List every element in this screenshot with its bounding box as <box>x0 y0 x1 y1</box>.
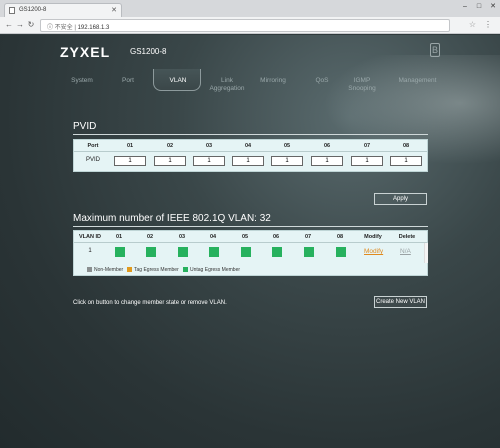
url-text: 192.168.1.3 <box>77 25 110 31</box>
modify-header: Modify <box>364 234 382 240</box>
vlan-port-header-03: 03 <box>178 234 186 240</box>
b-icon[interactable]: B <box>430 43 440 57</box>
forward-icon[interactable]: → <box>15 20 25 30</box>
star-icon[interactable]: ☆ <box>469 20 476 29</box>
port-header-02: 02 <box>166 143 174 149</box>
pvid-input-04[interactable]: 1 <box>232 156 264 166</box>
nav-link-aggregation[interactable]: Link Aggregation <box>202 77 252 93</box>
security-label: 不安全 <box>54 25 73 31</box>
pvid-row-label: PVID <box>85 157 100 163</box>
member-toggle-08[interactable] <box>336 247 346 257</box>
port-header-04: 04 <box>244 143 252 149</box>
info-icon: ⓘ <box>47 25 55 31</box>
member-toggle-06[interactable] <box>272 247 282 257</box>
member-toggle-04[interactable] <box>209 247 219 257</box>
model-name: GS1200-8 <box>130 47 167 56</box>
delete-link[interactable]: N/A <box>400 248 411 255</box>
close-window-icon[interactable]: ✕ <box>486 0 500 14</box>
pvid-input-07[interactable]: 1 <box>351 156 383 166</box>
vlan-port-header-06: 06 <box>272 234 280 240</box>
port-header-08: 08 <box>402 143 410 149</box>
nav-system[interactable]: System <box>70 77 94 85</box>
nav-vlan[interactable]: VLAN <box>166 77 190 85</box>
nav-mirroring[interactable]: Mirroring <box>258 77 288 85</box>
legend-non-member: Non-Member <box>94 267 124 273</box>
divider <box>73 226 428 227</box>
non-member-swatch <box>87 267 92 272</box>
member-toggle-03[interactable] <box>178 247 188 257</box>
pvid-input-01[interactable]: 1 <box>114 156 146 166</box>
nav-port[interactable]: Port <box>116 77 140 85</box>
vlan-title: Maximum number of IEEE 802.1Q VLAN: 32 <box>73 213 271 224</box>
browser-tab-title: GS1200-8 <box>19 7 47 13</box>
back-icon[interactable]: ← <box>4 20 14 30</box>
scrollbar[interactable] <box>424 243 428 263</box>
modify-link[interactable]: Modify <box>364 248 383 255</box>
browser-tab[interactable]: GS1200-8 ✕ <box>4 3 122 17</box>
untag-egress-swatch <box>183 267 188 272</box>
zyxel-logo: ZYXEL <box>60 44 111 60</box>
divider <box>73 134 428 135</box>
pvid-input-08[interactable]: 1 <box>390 156 422 166</box>
apply-button[interactable]: Apply <box>374 193 427 205</box>
window-controls: – □ ✕ <box>458 0 500 15</box>
reload-icon[interactable]: ↻ <box>26 20 36 30</box>
pvid-input-05[interactable]: 1 <box>271 156 303 166</box>
port-header-01: 01 <box>126 143 134 149</box>
vlan-port-header-08: 08 <box>336 234 344 240</box>
browser-tab-bar: GS1200-8 ✕ – □ ✕ <box>0 0 500 17</box>
vlan-port-header-07: 07 <box>304 234 312 240</box>
port-header-06: 06 <box>323 143 331 149</box>
vlan-port-header-01: 01 <box>115 234 123 240</box>
address-bar[interactable]: ⓘ 不安全 | 192.168.1.3 <box>40 19 450 32</box>
pvid-table: Port 01 02 03 04 05 06 07 08 PVID 1 1 1 … <box>73 139 428 172</box>
hint-text: Click on button to change member state o… <box>73 300 227 306</box>
port-header-05: 05 <box>283 143 291 149</box>
vlan-id-cell: 1 <box>88 248 92 254</box>
member-toggle-05[interactable] <box>241 247 251 257</box>
nav-qos[interactable]: QoS <box>312 77 332 85</box>
vlan-id-header: VLAN ID <box>79 234 101 240</box>
page: ZYXEL GS1200-8 B System Port VLAN Link A… <box>0 35 500 448</box>
vlan-table: VLAN ID 01 02 03 04 05 06 07 08 Modify D… <box>73 230 428 276</box>
port-header-03: 03 <box>205 143 213 149</box>
close-tab-icon[interactable]: ✕ <box>111 6 117 14</box>
main-nav: System Port VLAN Link Aggregation Mirror… <box>50 73 450 95</box>
pvid-input-03[interactable]: 1 <box>193 156 225 166</box>
member-toggle-07[interactable] <box>304 247 314 257</box>
menu-icon[interactable]: ⋮ <box>484 20 492 29</box>
pvid-input-02[interactable]: 1 <box>154 156 186 166</box>
minimize-icon[interactable]: – <box>458 0 472 14</box>
nav-igmp-snooping[interactable]: IGMP Snooping <box>342 77 382 93</box>
browser-toolbar: ← → ↻ ⓘ 不安全 | 192.168.1.3 ☆ ⋮ <box>0 17 500 34</box>
nav-management[interactable]: Management <box>395 77 440 85</box>
port-header-07: 07 <box>363 143 371 149</box>
vlan-port-header-04: 04 <box>209 234 217 240</box>
delete-header: Delete <box>398 234 416 240</box>
create-vlan-button[interactable]: Create New VLAN <box>374 296 427 308</box>
member-toggle-01[interactable] <box>115 247 125 257</box>
tag-egress-swatch <box>127 267 132 272</box>
maximize-icon[interactable]: □ <box>472 0 486 14</box>
pvid-input-06[interactable]: 1 <box>311 156 343 166</box>
page-icon <box>9 7 15 14</box>
legend-tag-egress: Tag Egress Member <box>134 267 179 273</box>
member-toggle-02[interactable] <box>146 247 156 257</box>
port-header: Port <box>87 143 99 149</box>
legend-untag-egress: Untag Egress Member <box>190 267 241 273</box>
vlan-port-header-02: 02 <box>146 234 154 240</box>
vlan-port-header-05: 05 <box>241 234 249 240</box>
pvid-title: PVID <box>73 121 97 132</box>
